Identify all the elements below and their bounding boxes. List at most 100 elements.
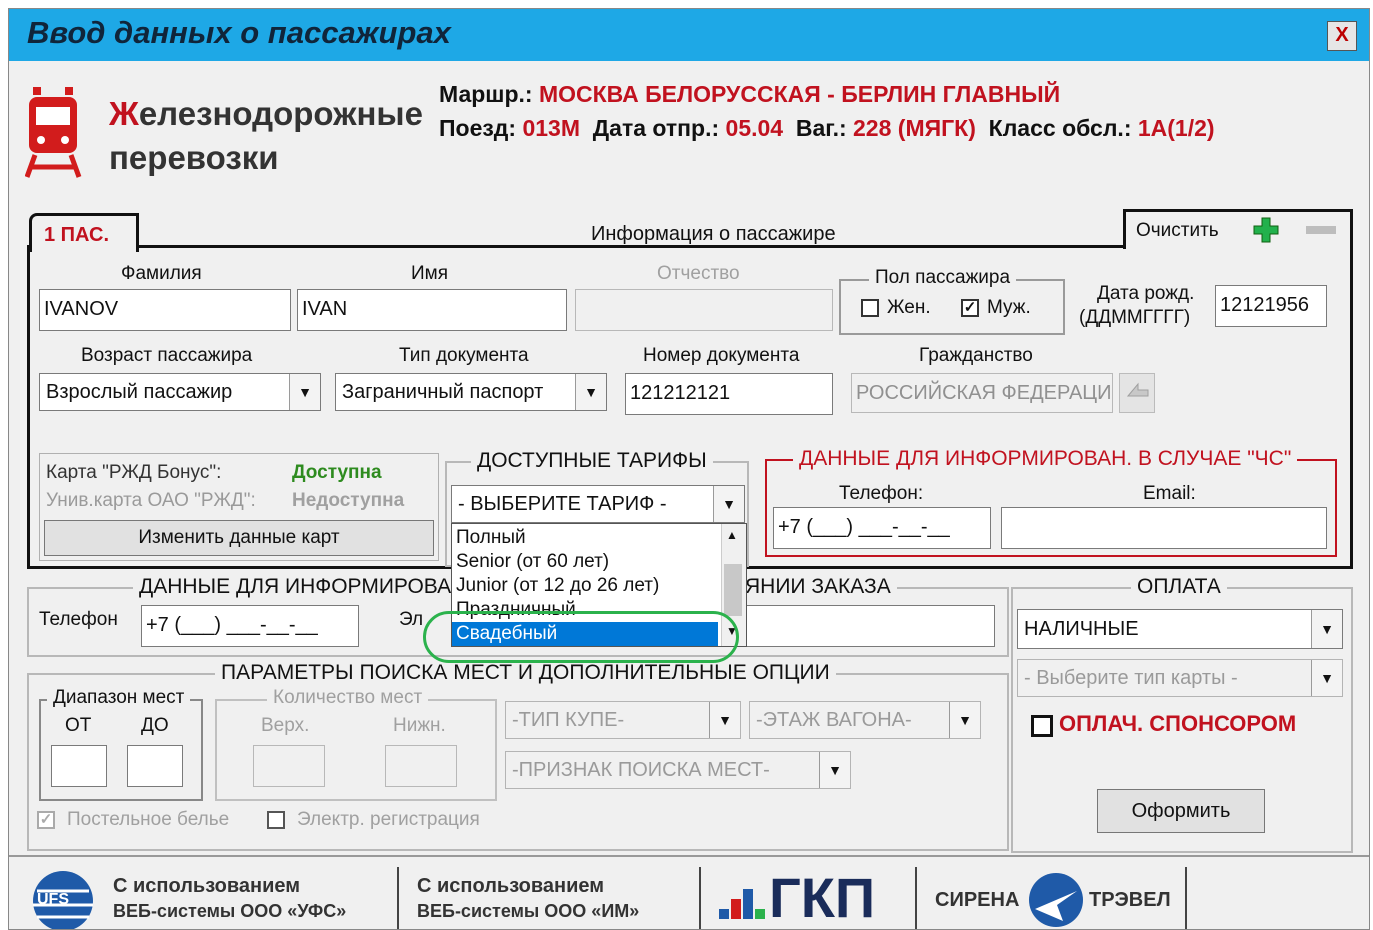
doc-number-label: Номер документа <box>643 345 800 366</box>
clear-bar: Очистить <box>1123 209 1353 249</box>
gkp-logo-icon <box>717 879 777 929</box>
bonus-card-label: Карта "РЖД Бонус": <box>46 462 222 483</box>
male-checkbox[interactable]: ✓ <box>961 299 979 317</box>
to-label: ДО <box>141 715 169 736</box>
highlight-annotation-ring <box>423 611 739 663</box>
emergency-phone-label: Телефон: <box>839 483 924 504</box>
birth-date-input[interactable]: 12121956 <box>1215 285 1327 327</box>
lower-label: Нижн. <box>393 715 446 736</box>
seat-from-input[interactable] <box>51 745 107 787</box>
footer-sep-2 <box>699 867 701 929</box>
order-email-input[interactable] <box>739 605 995 647</box>
logo-line1: Железнодорожные <box>109 95 423 132</box>
surname-label: Фамилия <box>121 263 202 284</box>
remove-passenger-icon[interactable] <box>1306 226 1336 234</box>
tariff-option[interactable]: Junior (от 12 до 26 лет) <box>452 574 718 598</box>
bedding-label: Постельное белье <box>67 809 230 830</box>
card-type-select[interactable]: - Выберите тип карты - ▼ <box>1017 659 1343 697</box>
bonus-card-status: Доступна <box>292 462 382 483</box>
doc-type-select[interactable]: Заграничный паспорт ▼ <box>335 373 607 411</box>
lower-count-input[interactable] <box>385 745 457 787</box>
univ-card-label: Унив.карта ОАО "РЖД": <box>46 490 256 511</box>
gender-group: Пол пассажира Жен. ✓ Муж. <box>839 267 1065 335</box>
im-line2: ВЕБ-системы ООО «ИМ» <box>417 901 640 921</box>
ufs-line1: С использованием <box>113 875 301 897</box>
clear-button[interactable]: Очистить <box>1136 220 1219 242</box>
close-button[interactable]: X <box>1327 21 1357 51</box>
chevron-down-icon: ▼ <box>289 374 320 410</box>
sirena-right: ТРЭВЕЛ <box>1089 889 1171 911</box>
tariff-option[interactable]: Senior (от 60 лет) <box>452 550 718 574</box>
birth-label-2: (ДДММГГГГ) <box>1079 307 1191 328</box>
patronymic-label: Отчество <box>657 263 740 284</box>
bedding-checkbox[interactable]: ✓ <box>37 811 55 829</box>
doc-number-input[interactable]: 121212121 <box>625 373 833 415</box>
emergency-email-input[interactable] <box>1001 507 1327 549</box>
gkp-logo-text: ГКП <box>769 866 876 929</box>
passenger-data-window: Ввод данных о пассажирах X Железнодорожн… <box>8 8 1370 930</box>
route-line: Маршр.: МОСКВА БЕЛОРУССКАЯ - БЕРЛИН ГЛАВ… <box>439 81 1061 107</box>
car-floor-select[interactable]: -ЭТАЖ ВАГОНА- ▼ <box>749 701 981 739</box>
footer-divider <box>9 855 1369 857</box>
age-label: Возраст пассажира <box>81 345 253 366</box>
univ-card-status: Недоступна <box>292 490 405 511</box>
tab-passenger-1[interactable]: 1 ПАС. <box>29 213 139 252</box>
order-phone-input[interactable]: +7 (___) ___-__-__ <box>141 605 359 647</box>
order-email-label: Эл <box>399 609 424 630</box>
change-cards-button[interactable]: Изменить данные карт <box>44 520 434 556</box>
upper-label: Верх. <box>261 715 310 736</box>
from-label: ОТ <box>65 715 92 736</box>
chevron-down-icon: ▼ <box>949 702 980 738</box>
citizenship-label: Гражданство <box>919 345 1033 366</box>
train-logo-icon <box>24 85 85 181</box>
footer-sep-4 <box>1185 867 1187 929</box>
chevron-down-icon: ▼ <box>1311 610 1342 648</box>
sirena-left: СИРЕНА <box>935 889 1020 911</box>
add-passenger-icon[interactable] <box>1252 216 1280 249</box>
train-line: Поезд: 013М Дата отпр.: 05.04 Ваг.: 228 … <box>439 115 1215 141</box>
sponsor-checkbox[interactable] <box>1031 715 1053 737</box>
citizenship-input[interactable]: РОССИЙСКАЯ ФЕДЕРАЦИ <box>851 373 1113 413</box>
doc-type-label: Тип документа <box>399 345 529 366</box>
chevron-down-icon: ▼ <box>575 374 606 410</box>
tariff-select[interactable]: - ВЫБЕРИТЕ ТАРИФ - ▼ <box>451 485 745 523</box>
chevron-down-icon: ▼ <box>1311 660 1342 696</box>
seat-search-select[interactable]: -ПРИЗНАК ПОИСКА МЕСТ- ▼ <box>505 751 851 789</box>
submit-order-button[interactable]: Оформить <box>1097 789 1265 833</box>
scrollbar-thumb[interactable] <box>724 564 742 616</box>
footer-sep-3 <box>915 867 917 929</box>
male-label: Муж. <box>987 297 1031 318</box>
chevron-down-icon: ▼ <box>819 752 850 788</box>
compartment-type-select[interactable]: -ТИП КУПЕ- ▼ <box>505 701 741 739</box>
female-label: Жен. <box>887 297 931 318</box>
patronymic-input[interactable] <box>575 289 833 331</box>
emergency-phone-input[interactable]: +7 (___) ___-__-__ <box>773 507 991 549</box>
ereg-label: Электр. регистрация <box>297 809 480 830</box>
im-line1: С использованием <box>417 875 605 897</box>
birth-label-1: Дата рожд. <box>1097 283 1195 304</box>
footer-sep-1 <box>397 867 399 929</box>
order-phone-label: Телефон <box>39 609 118 630</box>
panel-header: Информация о пассажире <box>591 223 836 245</box>
chevron-up-icon[interactable]: ▲ <box>726 528 738 542</box>
chevron-down-icon: ▼ <box>713 486 744 522</box>
name-label: Имя <box>411 263 449 284</box>
chevron-down-icon: ▼ <box>709 702 740 738</box>
surname-input[interactable]: IVANOV <box>39 289 291 331</box>
title-bar: Ввод данных о пассажирах X <box>9 9 1369 61</box>
cards-box: Карта "РЖД Бонус": Доступна Унив.карта О… <box>39 453 439 561</box>
female-checkbox[interactable] <box>861 299 879 317</box>
emergency-email-label: Email: <box>1143 483 1196 504</box>
ufs-logo-icon: UFS <box>23 867 103 929</box>
name-input[interactable]: IVAN <box>297 289 567 331</box>
logo-line2: перевозки <box>109 139 279 176</box>
upper-count-input[interactable] <box>253 745 325 787</box>
ufs-line2: ВЕБ-системы ООО «УФС» <box>113 901 347 921</box>
age-select[interactable]: Взрослый пассажир ▼ <box>39 373 321 411</box>
sponsor-label: ОПЛАЧ. СПОНСОРОМ <box>1059 711 1297 736</box>
citizenship-swap-icon[interactable] <box>1119 373 1155 413</box>
tariff-option[interactable]: Полный <box>452 526 718 550</box>
payment-method-select[interactable]: НАЛИЧНЫЕ ▼ <box>1017 609 1343 649</box>
ereg-checkbox[interactable] <box>267 811 285 829</box>
seat-to-input[interactable] <box>127 745 183 787</box>
